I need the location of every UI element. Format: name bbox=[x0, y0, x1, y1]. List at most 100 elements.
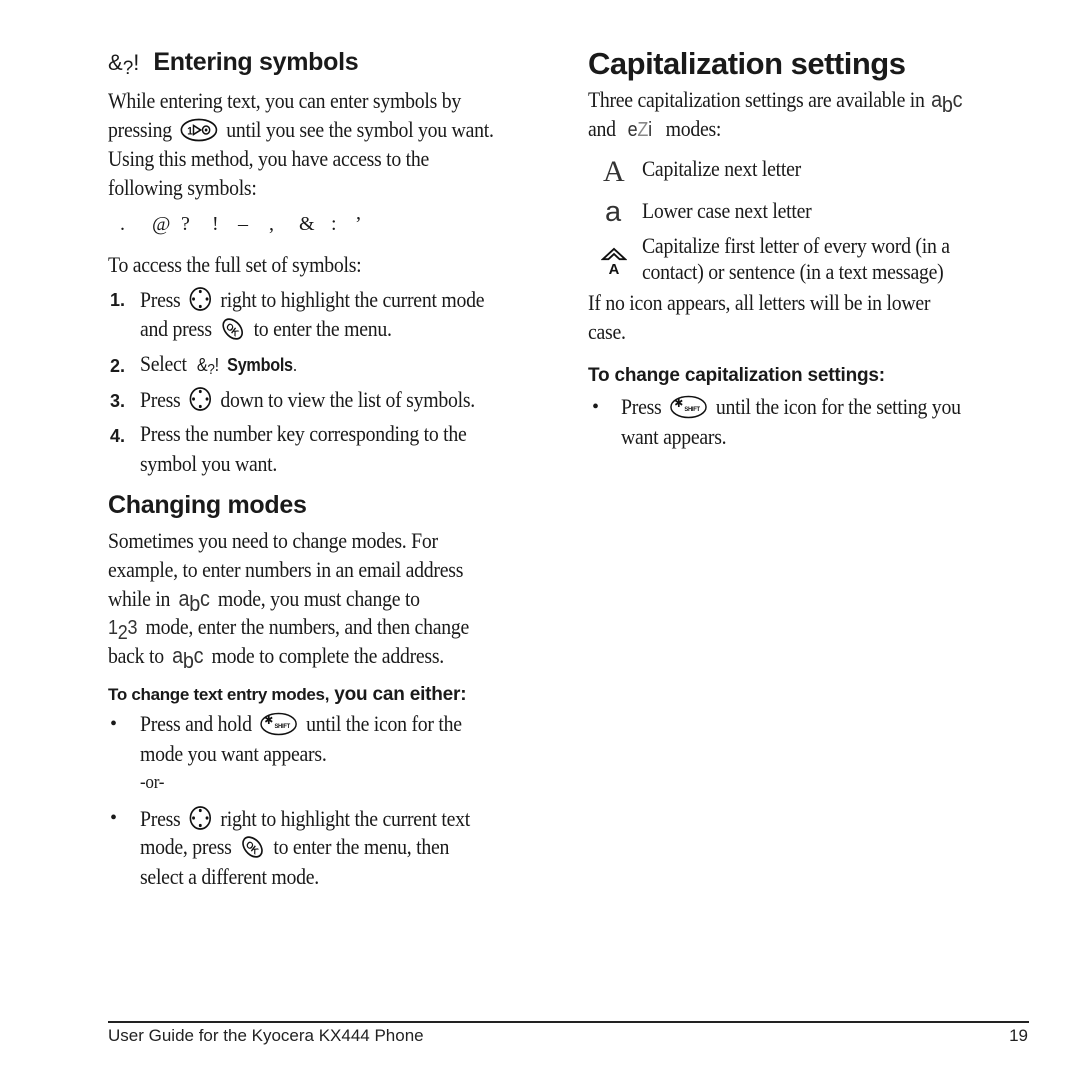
abc-mode-icon: abc bbox=[172, 643, 204, 673]
page-number: 19 bbox=[1009, 1026, 1028, 1045]
bullet-icon: • bbox=[110, 713, 118, 735]
navigation-key-icon bbox=[189, 805, 212, 831]
bullet-icon: • bbox=[110, 807, 118, 829]
paragraph-line: pressing until you see the symbol you wa… bbox=[108, 117, 494, 143]
symbols-mode-icon: &?! bbox=[108, 50, 140, 79]
bullet-text: mode, press to enter the menu, then bbox=[140, 834, 449, 860]
step-text: Press down to view the list of symbols. bbox=[140, 386, 475, 413]
setting-label: Lower case next letter bbox=[642, 198, 812, 223]
lowercase-next-icon: a bbox=[605, 196, 622, 228]
step-text: symbol you want. bbox=[140, 451, 278, 476]
setting-label: Capitalize next letter bbox=[642, 156, 801, 181]
paragraph-line: Using this method, you have access to th… bbox=[108, 146, 430, 171]
bullet-text: mode you want appears. bbox=[140, 741, 327, 766]
access-intro: To access the full set of symbols: bbox=[108, 252, 362, 277]
paragraph-line: case. bbox=[588, 319, 626, 344]
symbol: . bbox=[120, 213, 125, 235]
text: Press and hold bbox=[140, 711, 252, 736]
step-number: 2. bbox=[110, 356, 126, 376]
shift-key-icon bbox=[260, 712, 298, 736]
footer-title: User Guide for the Kyocera KX444 Phone bbox=[108, 1026, 424, 1045]
text: Press bbox=[621, 394, 662, 419]
text: until the icon for the bbox=[306, 711, 462, 736]
section-title: Entering symbols bbox=[153, 48, 359, 76]
paragraph-line: Three capitalization settings are availa… bbox=[588, 87, 963, 117]
navigation-key-icon bbox=[189, 286, 212, 312]
setting-label: Capitalize first letter of every word (i… bbox=[642, 233, 950, 258]
text: mode, you must change to bbox=[217, 586, 420, 611]
text: until you see the symbol you want. bbox=[226, 117, 494, 142]
symbol: ! bbox=[212, 213, 219, 235]
subheading: To change capitalization settings: bbox=[588, 365, 885, 386]
bullet-text: want appears. bbox=[621, 424, 727, 449]
paragraph-line: 123 mode, enter the numbers, and then ch… bbox=[108, 614, 470, 644]
symbol-key-icon bbox=[180, 118, 218, 142]
text: mode, enter the numbers, and then change bbox=[145, 614, 470, 639]
navigation-key-icon bbox=[189, 386, 212, 412]
setting-label: contact) or sentence (in a text message) bbox=[642, 259, 944, 284]
symbol: ? bbox=[181, 213, 190, 235]
text: to enter the menu, then bbox=[273, 834, 450, 859]
capitalization-title: Capitalization settings bbox=[588, 46, 906, 81]
capitalize-first-letter-icon bbox=[601, 247, 627, 275]
text: Press bbox=[140, 806, 181, 831]
text: mode, press bbox=[140, 834, 232, 859]
text: right to highlight the current mode bbox=[220, 287, 485, 312]
text: and bbox=[588, 116, 616, 141]
step-text: Select &?! Symbols. bbox=[140, 351, 298, 378]
step-number: 3. bbox=[110, 391, 126, 411]
ezi-mode-icon: eZi bbox=[627, 119, 652, 141]
text: Press bbox=[140, 387, 181, 412]
abc-mode-icon: abc bbox=[931, 87, 963, 117]
step-text: Press the number key corresponding to th… bbox=[140, 421, 467, 446]
paragraph-line: While entering text, you can enter symbo… bbox=[108, 88, 461, 113]
step-number: 1. bbox=[110, 290, 126, 310]
symbol: – bbox=[238, 213, 248, 235]
step-text: and press to enter the menu. bbox=[140, 316, 392, 342]
ok-key-icon bbox=[220, 316, 245, 342]
symbol: & bbox=[299, 213, 315, 235]
text: to enter the menu. bbox=[253, 316, 392, 341]
symbol: : bbox=[331, 213, 337, 235]
text: Three capitalization settings are availa… bbox=[588, 87, 925, 112]
bullet-text: Press until the icon for the setting you bbox=[621, 394, 961, 420]
paragraph-line: If no icon appears, all letters will be … bbox=[588, 290, 931, 315]
text: you can either: bbox=[329, 684, 467, 705]
abc-mode-icon: abc bbox=[178, 586, 210, 616]
paragraph-line: Sometimes you need to change modes. For bbox=[108, 528, 438, 553]
shift-key-icon bbox=[670, 395, 708, 419]
text: To change text entry modes, bbox=[108, 685, 330, 704]
text: down to view the list of symbols. bbox=[220, 387, 475, 412]
changing-modes-title: Changing modes bbox=[108, 491, 307, 519]
capitalize-next-icon: A bbox=[603, 155, 625, 188]
text: and press bbox=[140, 316, 212, 341]
symbol: ’ bbox=[355, 213, 362, 235]
symbol: @ bbox=[152, 213, 171, 235]
text: right to highlight the current text bbox=[220, 806, 470, 831]
subheading: To change text entry modes, you can eith… bbox=[108, 684, 467, 706]
text: pressing bbox=[108, 117, 172, 142]
menu-item-symbols: Symbols bbox=[227, 355, 293, 375]
paragraph-line: back to abc mode to complete the address… bbox=[108, 643, 445, 673]
step-text: Press right to highlight the current mod… bbox=[140, 286, 485, 313]
entering-symbols-heading: &?! Entering symbols bbox=[108, 48, 359, 79]
text: back to bbox=[108, 643, 164, 668]
text: mode to complete the address. bbox=[211, 643, 445, 668]
step-number: 4. bbox=[110, 426, 126, 446]
text: while in bbox=[108, 586, 171, 611]
symbol: , bbox=[269, 213, 274, 235]
text: Select bbox=[140, 351, 187, 376]
ok-key-icon bbox=[240, 834, 265, 860]
paragraph-line: following symbols: bbox=[108, 175, 257, 200]
bullet-text: select a different mode. bbox=[140, 864, 319, 889]
bullet-text: Press right to highlight the current tex… bbox=[140, 805, 470, 832]
text: Press bbox=[140, 287, 181, 312]
text: . bbox=[292, 355, 298, 375]
paragraph-line: and eZi modes: bbox=[588, 116, 721, 142]
symbols-mode-icon: &?! bbox=[196, 355, 219, 378]
paragraph-line: while in abc mode, you must change to bbox=[108, 586, 420, 616]
text: modes: bbox=[665, 116, 722, 141]
text: until the icon for the setting you bbox=[715, 394, 961, 419]
bullet-text: Press and hold until the icon for the bbox=[140, 711, 462, 737]
or-separator: -or- bbox=[140, 772, 165, 793]
